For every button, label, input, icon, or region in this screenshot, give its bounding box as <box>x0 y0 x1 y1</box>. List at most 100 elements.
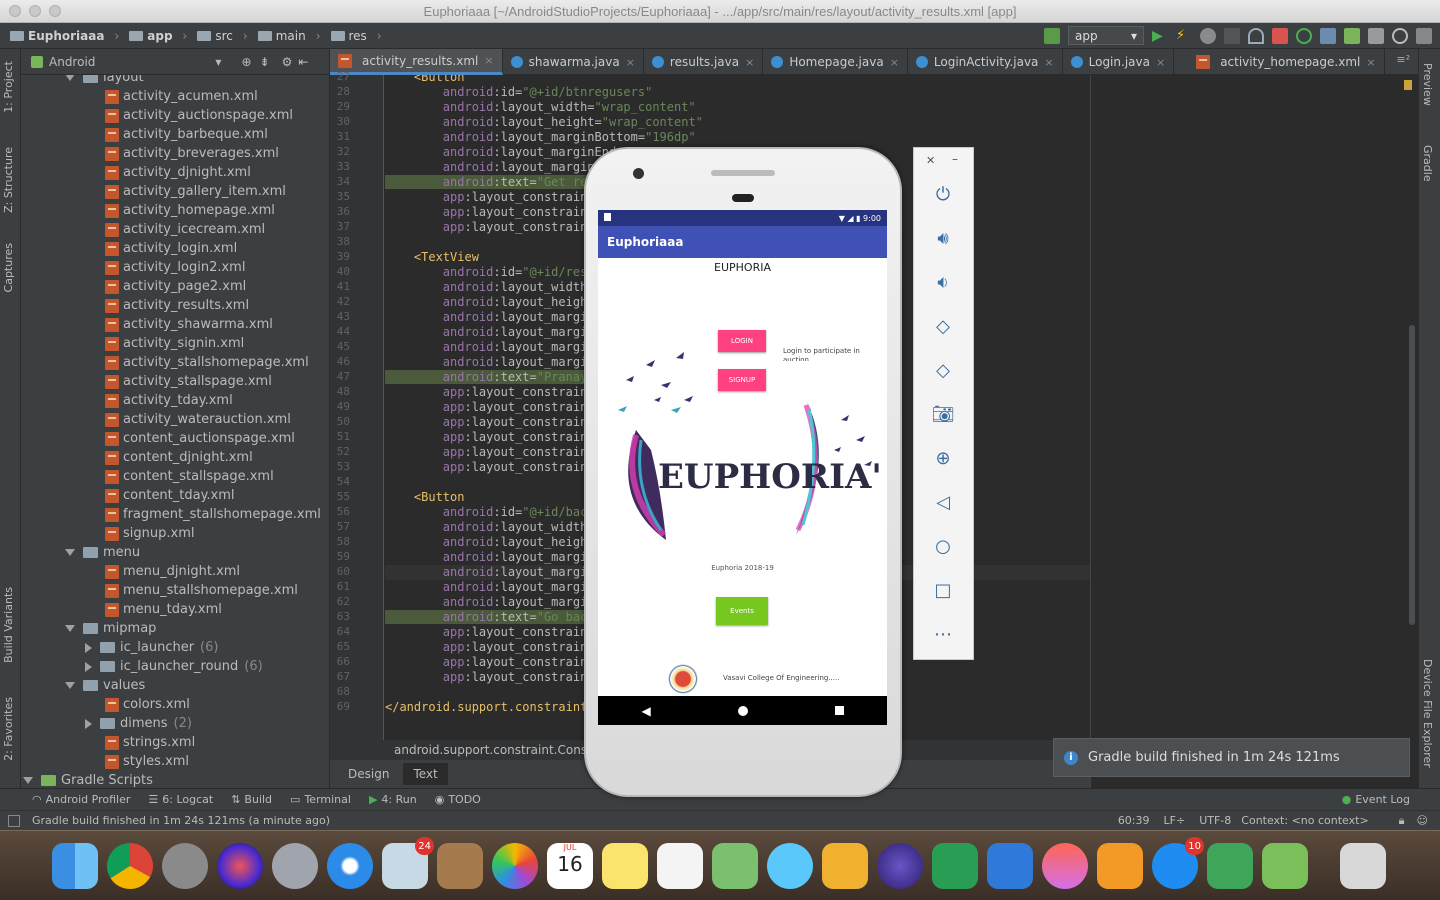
tree-file-item[interactable]: activity_page2.xml <box>105 277 246 296</box>
make-project-icon[interactable] <box>1044 27 1060 44</box>
apply-changes-icon[interactable]: ⚡ <box>1176 28 1192 44</box>
build-variants-tool-tab[interactable]: Build Variants <box>2 587 15 663</box>
tree-file-item[interactable]: activity_results.xml <box>105 296 249 315</box>
close-tab-icon[interactable]: × <box>1156 56 1165 69</box>
photos-icon[interactable] <box>492 843 538 889</box>
code-line[interactable]: android:layout_width <box>385 520 588 535</box>
code-line[interactable]: android:layout_marginEnd <box>385 145 616 160</box>
build-button[interactable]: ⇅ Build <box>231 793 272 806</box>
pages-icon[interactable] <box>822 843 868 889</box>
code-line[interactable]: app:layout_constrain <box>385 655 588 670</box>
editor-tab[interactable]: shawarma.java × <box>503 49 644 75</box>
sdk-manager-icon[interactable] <box>1344 27 1360 44</box>
tree-folder-item[interactable]: menu <box>65 543 140 562</box>
zoom-icon[interactable]: ⊕ <box>932 447 954 469</box>
tree-file-item[interactable]: activity_auctionspage.xml <box>105 106 293 125</box>
tree-file-item[interactable]: styles.xml <box>105 752 189 771</box>
recents-icon[interactable] <box>834 706 844 715</box>
code-line[interactable]: android:id="@+id/bac <box>385 505 588 520</box>
event-log-button[interactable]: ● Event Log <box>1342 793 1410 806</box>
tree-file-item[interactable]: colors.xml <box>105 695 190 714</box>
code-line[interactable]: app:layout_constrain <box>385 385 588 400</box>
ibooks-icon[interactable] <box>1097 843 1143 889</box>
tree-file-item[interactable]: activity_stallshomepage.xml <box>105 353 309 372</box>
siri-icon[interactable] <box>217 843 263 889</box>
chrome-icon[interactable] <box>107 843 153 889</box>
tree-folder-item[interactable]: layout <box>65 75 144 87</box>
code-line[interactable]: android:layout_margi <box>385 580 588 595</box>
chevron-down-icon[interactable] <box>23 777 33 784</box>
tree-file-item[interactable]: menu_stallshomepage.xml <box>105 581 298 600</box>
code-line[interactable]: android:layout_marginBottom="196dp" <box>385 130 696 145</box>
code-line[interactable]: android:layout_margi <box>385 550 588 565</box>
code-line[interactable]: <Button <box>385 75 465 85</box>
gradle-tool-tab[interactable]: Gradle <box>1421 145 1434 182</box>
editor-tab[interactable]: results.java × <box>644 49 764 75</box>
tree-file-item[interactable]: activity_djnight.xml <box>105 163 251 182</box>
events-button[interactable]: Events <box>716 597 768 625</box>
itunes-icon[interactable] <box>1042 843 1088 889</box>
breadcrumb-app[interactable]: app › <box>129 29 187 43</box>
code-line[interactable]: <Button <box>385 490 465 505</box>
editor-tab[interactable]: Homepage.java × <box>763 49 908 75</box>
tree-file-item[interactable]: menu_tday.xml <box>105 600 222 619</box>
lock-icon[interactable]: 🔒︎ <box>1399 814 1405 828</box>
home-icon[interactable]: ○ <box>932 535 954 557</box>
code-line[interactable]: android:layout_margi <box>385 355 588 370</box>
rotate-right-icon[interactable]: ◇ <box>932 359 954 381</box>
run-icon[interactable]: ▶ <box>1152 28 1168 44</box>
breadcrumb-main[interactable]: main › <box>257 29 321 43</box>
back-icon[interactable]: ◁ <box>932 491 954 513</box>
code-line[interactable]: app:layout_constrain <box>385 625 588 640</box>
volume-down-icon[interactable]: 🔉︎ <box>932 271 954 293</box>
code-line[interactable]: app:layout_constrain <box>385 445 588 460</box>
device-file-explorer-tool-tab[interactable]: Device File Explorer <box>1421 659 1434 768</box>
run-configuration-select[interactable]: app ▾ <box>1068 26 1144 45</box>
reminders-icon[interactable] <box>657 843 703 889</box>
code-line[interactable]: app:layout_constrain <box>385 220 588 235</box>
close-tab-icon[interactable]: × <box>484 54 493 67</box>
project-structure-icon[interactable] <box>1368 27 1384 44</box>
close-tab-icon[interactable]: × <box>626 56 635 69</box>
rotate-left-icon[interactable]: ◇ <box>932 315 954 337</box>
editor-tab[interactable]: Login.java × <box>1063 49 1175 75</box>
code-line[interactable]: android:layout_margi <box>385 310 588 325</box>
tree-file-item[interactable]: fragment_stallshomepage.xml <box>105 505 321 524</box>
android-studio-icon[interactable] <box>1207 843 1253 889</box>
tree-file-item[interactable]: activity_shawarma.xml <box>105 315 273 334</box>
chevron-down-icon[interactable] <box>65 549 75 556</box>
gear-icon[interactable]: ⚙ <box>282 55 293 69</box>
chevron-down-icon[interactable] <box>65 75 75 81</box>
device-icon[interactable] <box>1416 27 1432 44</box>
chevron-down-icon[interactable]: ▾ <box>215 55 221 69</box>
tree-folder-item[interactable]: dimens (2) <box>85 714 192 733</box>
structure-tool-tab[interactable]: Z: Structure <box>2 147 15 213</box>
tree-file-item[interactable]: activity_homepage.xml <box>105 201 275 220</box>
code-line[interactable]: android:layout_width="wrap_content" <box>385 100 696 115</box>
chevron-down-icon[interactable] <box>65 682 75 689</box>
code-line[interactable]: android:layout_height="wrap_content" <box>385 115 703 130</box>
debug-icon[interactable] <box>1200 27 1216 44</box>
preview-tool-tab[interactable]: Preview <box>1421 63 1434 106</box>
chevron-right-icon[interactable] <box>85 661 92 672</box>
tree-file-item[interactable]: activity_gallery_item.xml <box>105 182 286 201</box>
close-tab-icon[interactable]: × <box>890 56 899 69</box>
finder-icon[interactable] <box>52 843 98 889</box>
code-line[interactable]: android:layout_margin <box>385 160 595 175</box>
code-line[interactable]: app:layout_constrain <box>385 400 588 415</box>
tree-file-item[interactable]: activity_stallspage.xml <box>105 372 272 391</box>
stop-icon[interactable] <box>1272 27 1288 44</box>
toggle-tool-windows-icon[interactable] <box>8 814 20 827</box>
chevron-down-icon[interactable] <box>65 625 75 632</box>
sync-gradle-icon[interactable] <box>1296 27 1312 44</box>
zoom-window-button[interactable] <box>49 5 61 17</box>
tree-folder-item[interactable]: ic_launcher (6) <box>85 638 218 657</box>
breadcrumb-project[interactable]: Euphoriaaa › <box>10 29 119 43</box>
tree-folder-item[interactable]: Gradle Scripts <box>23 771 153 788</box>
close-window-button[interactable] <box>9 5 21 17</box>
home-icon[interactable] <box>737 705 748 716</box>
code-line[interactable]: app:layout_constrain <box>385 430 588 445</box>
search-icon[interactable] <box>1392 27 1408 44</box>
code-line[interactable]: android:layout_heigh <box>385 535 588 550</box>
context-indicator[interactable]: Context: <no context> <box>1241 814 1368 827</box>
